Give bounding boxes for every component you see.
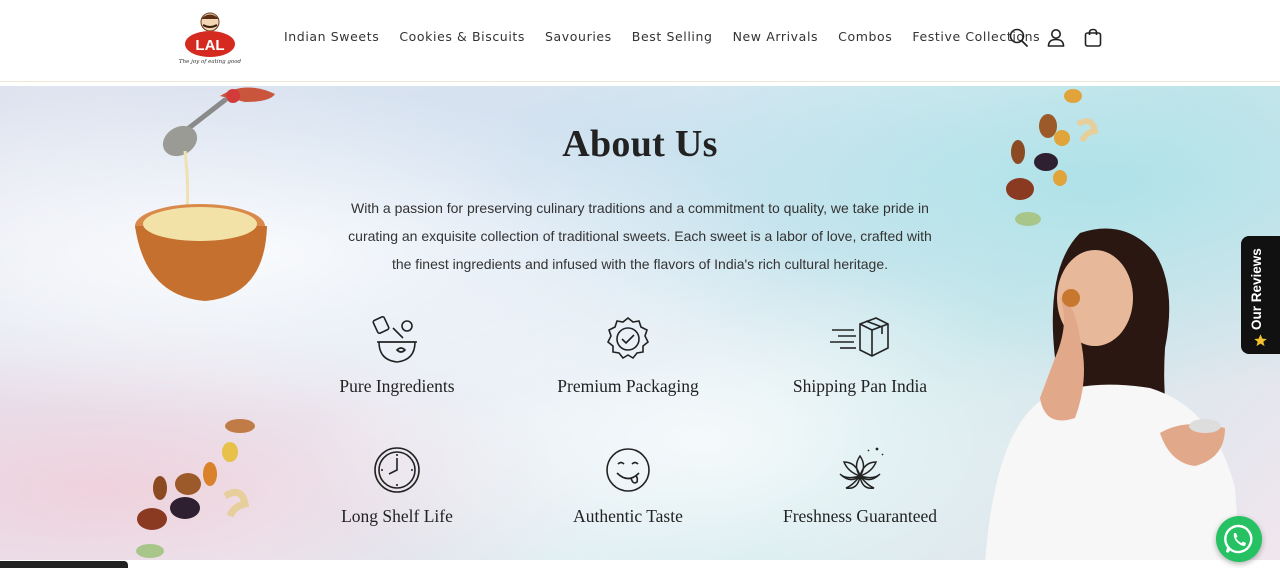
- dry-fruits-image: [136, 419, 255, 558]
- woman-eating-image: [985, 228, 1240, 560]
- feature-pure-ingredients: Pure Ingredients: [297, 312, 497, 397]
- feature-long-shelf-life: Long Shelf Life: [297, 442, 497, 527]
- cart-icon[interactable]: [1082, 27, 1104, 49]
- search-icon[interactable]: [1008, 27, 1030, 49]
- shipping-box-icon: [830, 317, 889, 357]
- about-title: About Us: [562, 123, 718, 165]
- nav-best-selling[interactable]: Best Selling: [632, 28, 713, 46]
- nav-combos[interactable]: Combos: [838, 28, 892, 46]
- brand-logo[interactable]: LAL The joy of eating good: [176, 10, 244, 66]
- svg-text:The joy of eating good: The joy of eating good: [179, 59, 242, 65]
- feature-premium-packaging: Premium Packaging: [528, 312, 728, 397]
- feature-authentic-taste: Authentic Taste: [528, 442, 728, 527]
- feature-label: Shipping Pan India: [792, 376, 928, 396]
- feature-label: Pure Ingredients: [339, 376, 455, 396]
- feature-shipping-pan-india: Shipping Pan India: [760, 312, 960, 397]
- feature-freshness-guaranteed: Freshness Guaranteed: [760, 442, 960, 527]
- ghee-bowl-image: [135, 87, 275, 301]
- reviews-tab[interactable]: Our Reviews: [1241, 236, 1280, 354]
- nav-savouries[interactable]: Savouries: [545, 28, 612, 46]
- account-icon[interactable]: [1045, 27, 1067, 49]
- whatsapp-chat-button[interactable]: [1216, 516, 1262, 562]
- ingredients-icon: [372, 315, 417, 363]
- main-nav: Indian Sweets Cookies & Biscuits Savouri…: [284, 28, 1060, 46]
- feature-label: Authentic Taste: [573, 506, 683, 526]
- smiley-icon: [606, 448, 650, 492]
- nav-indian-sweets[interactable]: Indian Sweets: [284, 28, 379, 46]
- star-icon: [1254, 334, 1267, 347]
- nav-new-arrivals[interactable]: New Arrivals: [733, 28, 819, 46]
- reviews-tab-label: Our Reviews: [1249, 248, 1264, 330]
- svg-text:LAL: LAL: [195, 37, 224, 54]
- site-header: LAL The joy of eating good Indian Sweets…: [0, 0, 1280, 82]
- clock-icon: [374, 447, 420, 493]
- whatsapp-icon: [1224, 524, 1253, 554]
- feature-label: Premium Packaging: [557, 376, 699, 396]
- nav-cookies-biscuits[interactable]: Cookies & Biscuits: [399, 28, 525, 46]
- browser-status-bar: [0, 561, 128, 568]
- feature-label: Long Shelf Life: [341, 506, 453, 526]
- about-section: About Us With a passion for preserving c…: [0, 86, 1280, 560]
- quality-badge-icon: [606, 316, 650, 360]
- about-description: With a passion for preserving culinary t…: [348, 200, 932, 272]
- feature-label: Freshness Guaranteed: [782, 506, 938, 526]
- flower-icon: [839, 447, 884, 489]
